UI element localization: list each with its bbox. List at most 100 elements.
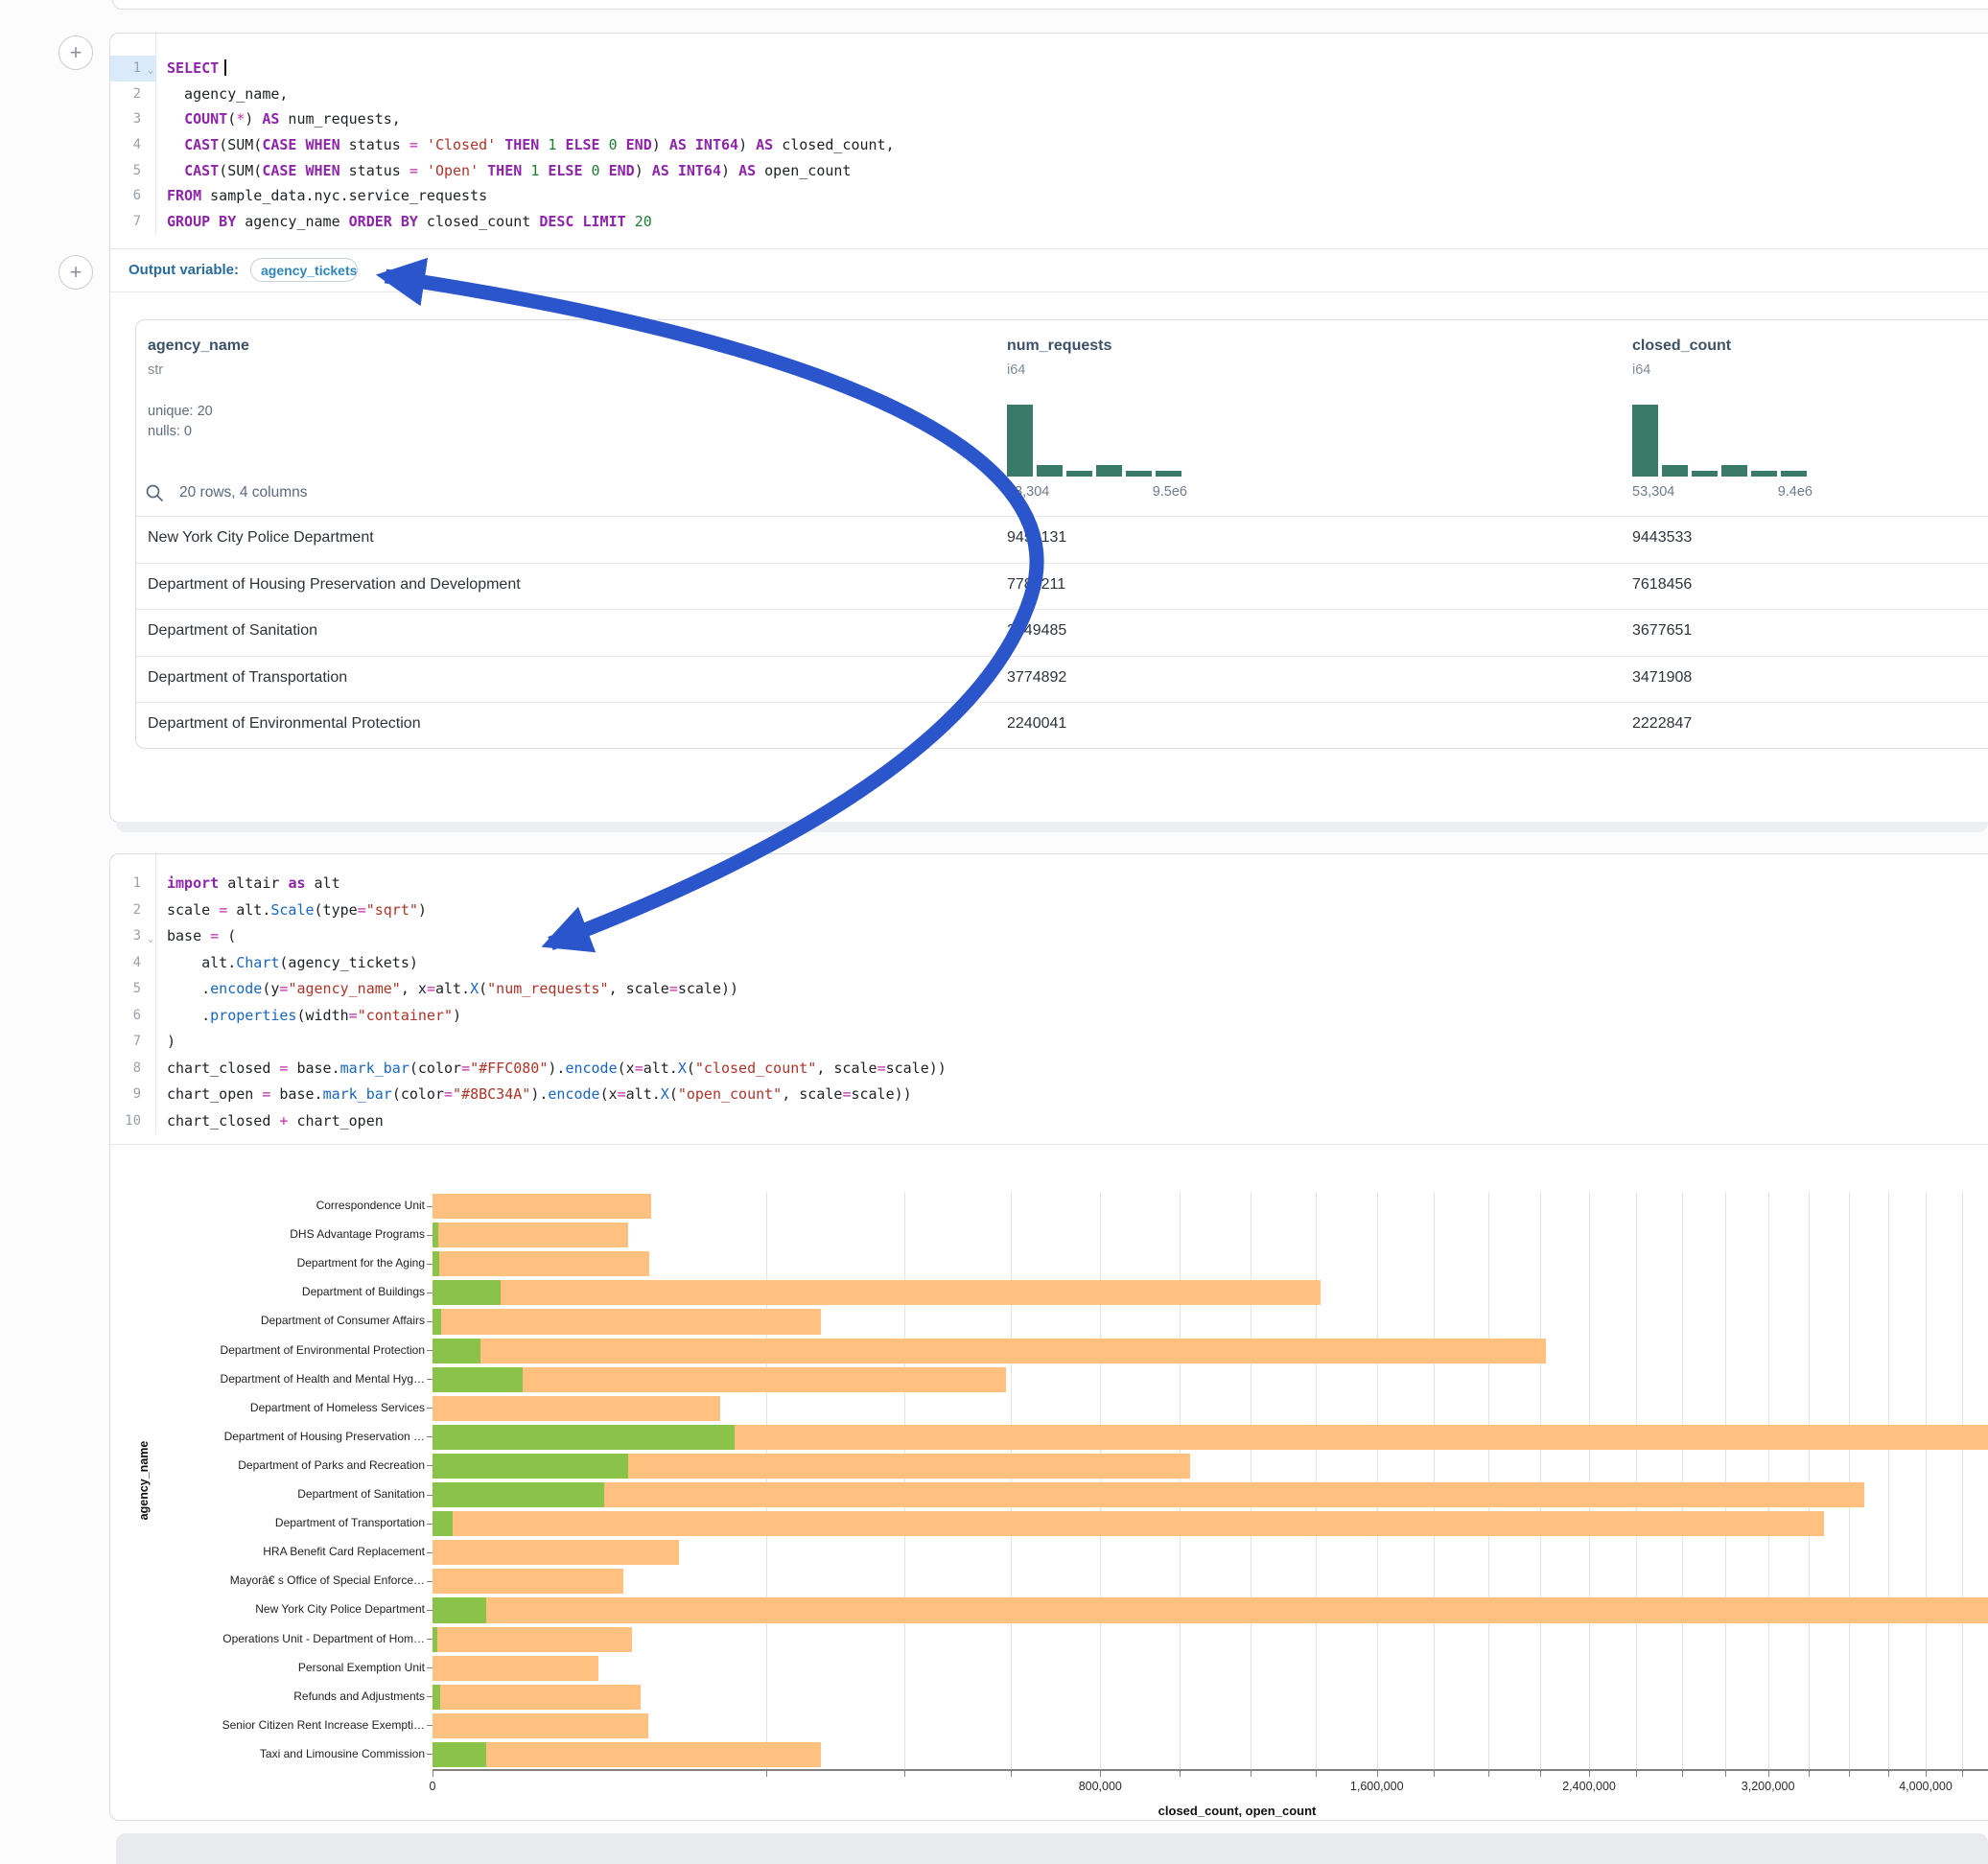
code-line[interactable]: agency_name, xyxy=(167,82,1988,107)
code-token: X xyxy=(470,980,479,997)
table-cell: 3774892 xyxy=(1007,669,1066,687)
notebook-page: + + 1⌄234567SELECT agency_name, COUNT(*)… xyxy=(0,0,1988,1864)
code-token: chart_open xyxy=(167,1085,262,1103)
code-token: scale xyxy=(167,901,219,919)
code-token: CAST xyxy=(184,136,219,153)
column-header[interactable]: closed_count xyxy=(1632,338,1731,355)
table-cell: 3677651 xyxy=(1632,622,1692,640)
code-line[interactable]: chart_closed = base.mark_bar(color="#FFC… xyxy=(167,1056,1988,1083)
code-line[interactable]: alt.Chart(agency_tickets) xyxy=(167,950,1988,977)
code-token: altair xyxy=(219,874,288,892)
closed-count-bar xyxy=(433,1540,679,1565)
column-dtype: str xyxy=(148,362,163,378)
code-token: = xyxy=(427,980,435,997)
python-code-editor[interactable]: 123⌄45678910 import altair as altscale = … xyxy=(110,854,1988,1134)
y-axis-label: Department of Buildings xyxy=(134,1285,425,1298)
code-line[interactable]: CAST(SUM(CASE WHEN status = 'Open' THEN … xyxy=(167,158,1988,184)
code-token: status xyxy=(340,162,409,179)
code-token: ( xyxy=(687,1060,695,1077)
code-token: (x xyxy=(618,1060,635,1077)
code-token: (SUM( xyxy=(219,162,262,179)
output-variable-label: Output variable: xyxy=(129,262,239,278)
code-line[interactable]: chart_closed + chart_open xyxy=(167,1108,1988,1135)
code-token: alt. xyxy=(227,901,270,919)
code-token: (y xyxy=(262,980,279,997)
y-axis-label: Department of Housing Preservation … xyxy=(134,1430,425,1443)
sql-code-editor[interactable]: 1⌄234567SELECT agency_name, COUNT(*) AS … xyxy=(110,34,1988,235)
code-token: ( xyxy=(227,110,236,128)
code-line[interactable]: COUNT(*) AS num_requests, xyxy=(167,106,1988,132)
line-number-gutter: 123⌄45678910 xyxy=(110,854,156,1134)
code-line[interactable]: SELECT xyxy=(167,56,1988,82)
code-token: "open_count" xyxy=(678,1085,782,1103)
fold-chevron-icon[interactable]: ⌄ xyxy=(148,58,153,84)
code-line[interactable]: import altair as alt xyxy=(167,871,1988,897)
code-line[interactable]: ) xyxy=(167,1029,1988,1056)
chart-gridline xyxy=(1682,1192,1683,1769)
histogram-bar xyxy=(1007,405,1033,477)
histogram-bar xyxy=(1126,471,1152,477)
line-number: 7 xyxy=(110,209,155,235)
line-number: 3 xyxy=(110,106,155,132)
table-row[interactable]: Department of Transportation377489234719… xyxy=(136,656,1988,704)
output-variable-pill[interactable]: agency_tickets xyxy=(250,258,358,282)
chart-gridline xyxy=(1849,1192,1850,1769)
x-axis-tick xyxy=(766,1771,767,1777)
code-line[interactable]: CAST(SUM(CASE WHEN status = 'Closed' THE… xyxy=(167,132,1988,158)
search-icon[interactable] xyxy=(145,483,164,502)
table-cell: New York City Police Department xyxy=(148,529,374,547)
line-number: 6 xyxy=(110,1003,155,1030)
chart-gridline xyxy=(1377,1192,1378,1769)
code-line[interactable]: GROUP BY agency_name ORDER BY closed_cou… xyxy=(167,209,1988,235)
chart-gridline xyxy=(1636,1192,1637,1769)
code-token: = xyxy=(461,1060,470,1077)
add-cell-button-output[interactable]: + xyxy=(58,255,93,290)
chart-gridline xyxy=(1888,1192,1889,1769)
code-token: , scale xyxy=(609,980,669,997)
y-axis-label: Senior Citizen Rent Increase Exempti… xyxy=(134,1718,425,1732)
add-cell-button-top[interactable]: + xyxy=(58,35,93,70)
output-variable-row: Output variable: agency_tickets xyxy=(110,248,1988,292)
x-axis-title: closed_count, open_count xyxy=(1084,1804,1391,1818)
code-line[interactable]: .properties(width="container") xyxy=(167,1003,1988,1030)
x-axis-tick xyxy=(1011,1771,1012,1777)
table-row[interactable]: Department of Housing Preservation and D… xyxy=(136,563,1988,611)
table-row[interactable]: Department of Environmental Protection22… xyxy=(136,702,1988,749)
x-axis-tick-label: 0 xyxy=(365,1780,500,1793)
code-token: = xyxy=(358,901,366,919)
code-token: ). xyxy=(530,1085,548,1103)
code-line[interactable]: .encode(y="agency_name", x=alt.X("num_re… xyxy=(167,976,1988,1003)
histogram-bar xyxy=(1692,471,1718,477)
x-axis-tick xyxy=(1540,1771,1541,1777)
code-line[interactable]: chart_open = base.mark_bar(color="#8BC34… xyxy=(167,1082,1988,1108)
open-count-bar xyxy=(433,1597,486,1622)
code-line[interactable]: base = ( xyxy=(167,923,1988,950)
code-token: "agency_name" xyxy=(288,980,400,997)
fold-chevron-icon[interactable]: ⌄ xyxy=(148,926,153,953)
code-token: (color xyxy=(392,1085,444,1103)
code-line[interactable]: scale = alt.Scale(type="sqrt") xyxy=(167,897,1988,924)
code-token: = xyxy=(210,927,219,944)
code-token: = xyxy=(219,901,227,919)
code-token: ( xyxy=(479,980,487,997)
table-row[interactable]: Department of Sanitation37494853677651 xyxy=(136,609,1988,657)
code-token: 1 xyxy=(530,162,539,179)
code-line[interactable]: FROM sample_data.nyc.service_requests xyxy=(167,183,1988,209)
code-token: ) xyxy=(635,162,652,179)
closed-count-bar xyxy=(433,1511,1824,1536)
code-token: AS xyxy=(738,162,756,179)
code-token: alt. xyxy=(435,980,470,997)
histogram-min-label: 53,304 xyxy=(1632,484,1674,500)
open-count-bar xyxy=(433,1251,439,1276)
code-token: AS xyxy=(669,136,687,153)
x-axis-tick xyxy=(1636,1771,1637,1777)
x-axis-tick-label: 800,000 xyxy=(1033,1780,1167,1793)
code-token: INT64 xyxy=(678,162,721,179)
code-token: WHEN xyxy=(306,136,340,153)
chart-gridline xyxy=(1316,1192,1317,1769)
table-row[interactable]: New York City Police Department945313194… xyxy=(136,516,1988,564)
line-number: 1⌄ xyxy=(110,56,155,82)
code-token xyxy=(167,162,184,179)
column-header[interactable]: num_requests xyxy=(1007,338,1111,355)
column-header[interactable]: agency_name xyxy=(148,338,249,355)
